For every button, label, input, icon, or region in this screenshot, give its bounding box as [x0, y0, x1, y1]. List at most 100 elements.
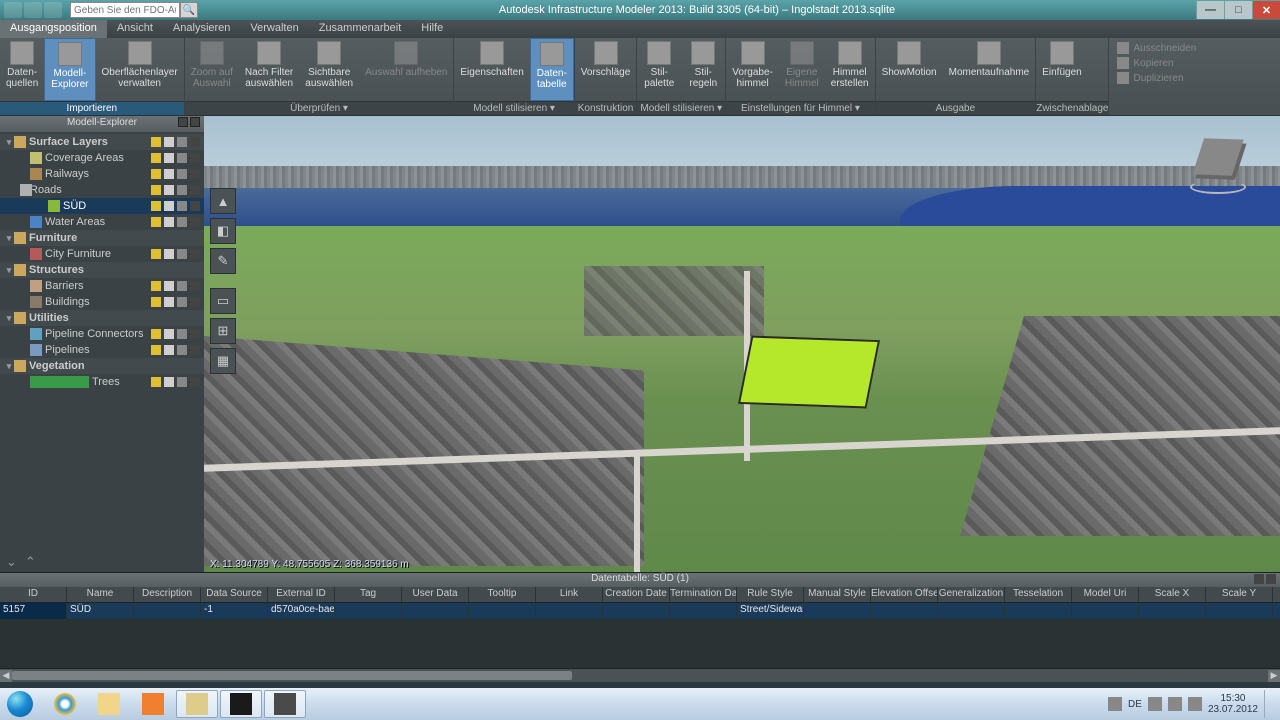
input-lang[interactable]: DE [1128, 699, 1142, 710]
menu-tab[interactable]: Ausgangsposition [0, 20, 107, 38]
style-icon[interactable] [177, 169, 187, 179]
col-header[interactable]: Model Uri [1072, 587, 1139, 602]
ribbon-button[interactable]: Vorgabe-himmel [726, 38, 779, 101]
undo-button[interactable] [24, 2, 42, 18]
visibility-icon[interactable] [151, 201, 161, 211]
scroll-right-icon[interactable]: ▶ [1268, 670, 1280, 682]
cell[interactable]: Street/Sidewal… [737, 603, 804, 619]
layer-tree[interactable]: ▾Surface LayersCoverage AreasRailways▾Ro… [0, 132, 204, 552]
cell[interactable] [469, 603, 536, 619]
view-cube[interactable] [1184, 134, 1252, 196]
3d-viewport[interactable]: ▲ ◧ ✎ ▭ ⊞ ▦ X: 11.304789 Y: 48.755605 Z:… [204, 116, 1280, 572]
lock-icon[interactable] [164, 137, 174, 147]
lock-icon[interactable] [164, 201, 174, 211]
edit-tool[interactable]: ✎ [210, 248, 236, 274]
h-scrollbar[interactable]: ◀ ▶ [0, 668, 1280, 682]
col-header[interactable]: Data Source [201, 587, 268, 602]
col-header[interactable]: Termination Date [670, 587, 737, 602]
cell[interactable] [134, 603, 201, 619]
dropdown-icon[interactable] [190, 297, 200, 307]
dropdown-icon[interactable] [190, 329, 200, 339]
expand-all-icon[interactable]: ⌃ [25, 554, 36, 570]
visibility-icon[interactable] [151, 249, 161, 259]
ribbon-button[interactable]: Zoom aufAuswahl [185, 38, 239, 101]
tree-node[interactable]: ▾Structures [0, 262, 204, 278]
cell[interactable] [1005, 603, 1072, 619]
tree-node[interactable]: Trees [0, 374, 204, 390]
search-icon[interactable]: 🔍 [180, 2, 198, 18]
ribbon-button[interactable]: Momentaufnahme [943, 38, 1036, 101]
style-icon[interactable] [177, 185, 187, 195]
visibility-icon[interactable] [151, 329, 161, 339]
taskbar-app2[interactable] [264, 690, 306, 718]
col-header[interactable]: ID [0, 587, 67, 602]
dropdown-icon[interactable] [190, 137, 200, 147]
style-icon[interactable] [177, 153, 187, 163]
tree-node[interactable]: ▾Surface Layers [0, 134, 204, 150]
dropdown-icon[interactable] [190, 249, 200, 259]
measure-tool[interactable]: ◧ [210, 218, 236, 244]
ribbon-button[interactable]: Daten-quellen [0, 38, 44, 101]
table-header[interactable]: IDNameDescriptionData SourceExternal IDT… [0, 587, 1280, 603]
menu-tab[interactable]: Zusammenarbeit [309, 20, 412, 38]
maximize-button[interactable]: □ [1224, 1, 1252, 19]
visibility-icon[interactable] [151, 137, 161, 147]
cell[interactable]: 5157 [0, 603, 67, 619]
app-menu-button[interactable] [4, 2, 22, 18]
cell[interactable]: d570a0ce-bae… [268, 603, 335, 619]
col-header[interactable]: External ID [268, 587, 335, 602]
col-header[interactable]: Tooltip [469, 587, 536, 602]
system-tray[interactable]: DE 15:3023.07.2012 [1108, 690, 1280, 718]
selected-parcel[interactable] [738, 336, 880, 409]
tree-node[interactable]: SÜD [0, 198, 204, 214]
tray-icon[interactable] [1108, 697, 1122, 711]
ribbon-button[interactable]: Modell-Explorer [44, 38, 95, 101]
tree-node[interactable]: Pipeline Connectors [0, 326, 204, 342]
cell[interactable] [1206, 603, 1273, 619]
ribbon-button[interactable]: Nach Filterauswählen [239, 38, 299, 101]
ribbon-button[interactable]: Daten-tabelle [530, 38, 574, 101]
taskbar-aim[interactable] [220, 690, 262, 718]
panel-pin-icon[interactable] [178, 117, 188, 127]
tree-node[interactable]: Barriers [0, 278, 204, 294]
taskbar-folder[interactable] [176, 690, 218, 718]
col-header[interactable]: User Data [402, 587, 469, 602]
ribbon-button[interactable]: ShowMotion [876, 38, 943, 101]
tree-node[interactable]: Pipelines [0, 342, 204, 358]
col-header[interactable]: Rule Style [737, 587, 804, 602]
ribbon-button[interactable]: Stil-regeln [681, 38, 725, 101]
col-header[interactable]: Generalization [938, 587, 1005, 602]
tree-node[interactable]: ▾Roads [0, 182, 204, 198]
cell[interactable]: SÜD [67, 603, 134, 619]
table-row[interactable]: 5157SÜD-1d570a0ce-bae…Street/Sidewal… [0, 603, 1280, 619]
cell[interactable] [1072, 603, 1139, 619]
lock-icon[interactable] [164, 329, 174, 339]
style-icon[interactable] [177, 201, 187, 211]
col-header[interactable]: Scale Y [1206, 587, 1273, 602]
visibility-icon[interactable] [151, 217, 161, 227]
clock[interactable]: 15:3023.07.2012 [1208, 693, 1258, 715]
tray-icon[interactable] [1148, 697, 1162, 711]
collapse-all-icon[interactable]: ⌄ [6, 554, 17, 570]
col-header[interactable]: Creation Date [603, 587, 670, 602]
col-header[interactable]: Name [67, 587, 134, 602]
style-icon[interactable] [177, 297, 187, 307]
cell[interactable] [402, 603, 469, 619]
cell[interactable] [335, 603, 402, 619]
taskbar-media[interactable] [132, 690, 174, 718]
visibility-icon[interactable] [151, 169, 161, 179]
cell[interactable] [938, 603, 1005, 619]
tree-node[interactable]: Water Areas [0, 214, 204, 230]
lock-icon[interactable] [164, 297, 174, 307]
dropdown-icon[interactable] [190, 281, 200, 291]
lock-icon[interactable] [164, 153, 174, 163]
taskbar-ie[interactable] [44, 690, 86, 718]
ribbon-button[interactable]: Auswahl aufheben [359, 38, 453, 101]
dropdown-icon[interactable] [190, 169, 200, 179]
cell[interactable] [536, 603, 603, 619]
visibility-icon[interactable] [151, 153, 161, 163]
ribbon-button[interactable]: Eigenschaften [454, 38, 529, 101]
redo-button[interactable] [44, 2, 62, 18]
ribbon-button[interactable]: Stil-palette [637, 38, 681, 101]
lock-icon[interactable] [164, 217, 174, 227]
